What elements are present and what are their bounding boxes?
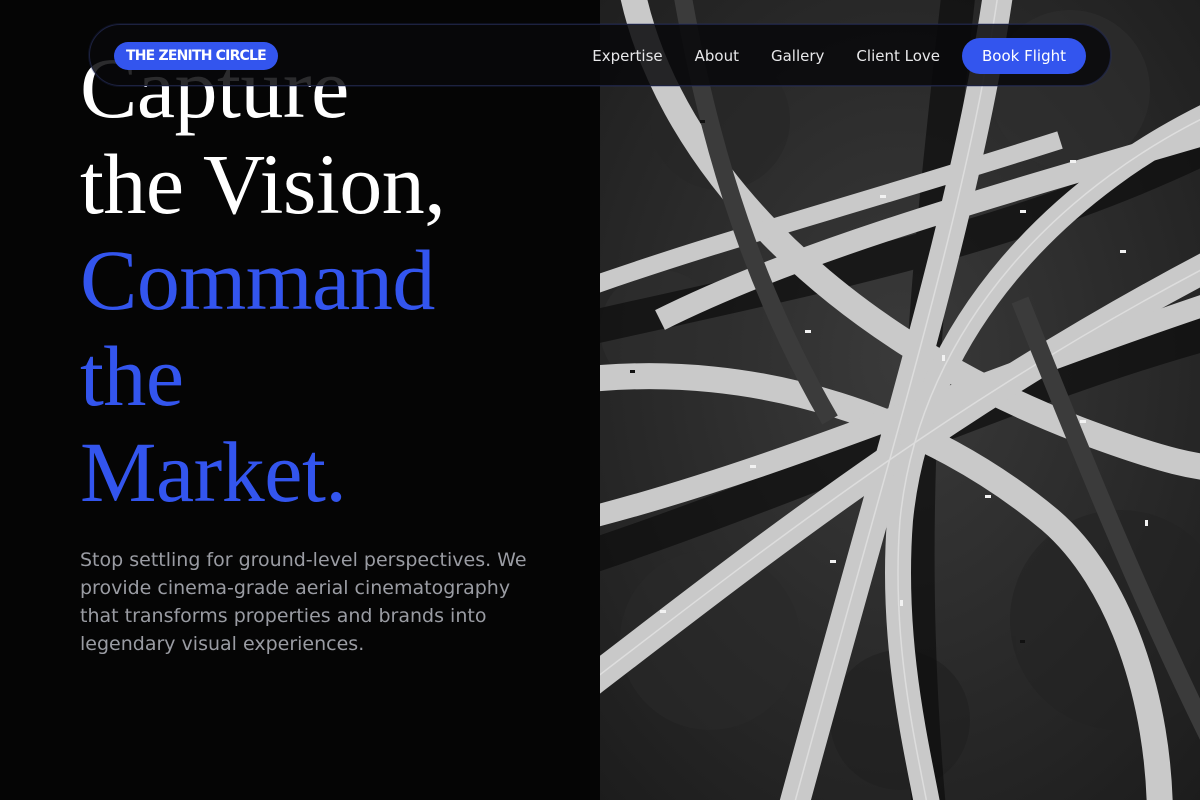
hero-aerial-image — [600, 0, 1200, 800]
headline-line-5: Market. — [80, 424, 347, 520]
headline-line-2: the Vision, — [80, 136, 446, 232]
hero-headline: Capture the Vision, Command the Market. — [80, 40, 446, 520]
brand-logo[interactable]: THE ZENITH CIRCLE — [114, 42, 278, 70]
nav-links: Expertise About Gallery Client Love — [592, 25, 940, 87]
highway-interchange-illustration — [600, 0, 1200, 800]
hero-subtitle: Stop settling for ground-level perspecti… — [80, 549, 527, 655]
headline-line-3: Command — [80, 232, 435, 328]
hero-section: Capture the Vision, Command the Market. … — [0, 0, 600, 800]
nav-link-about[interactable]: About — [695, 47, 739, 65]
nav-link-client-love[interactable]: Client Love — [856, 47, 940, 65]
book-flight-button[interactable]: Book Flight — [962, 38, 1086, 74]
top-navigation: THE ZENITH CIRCLE Expertise About Galler… — [89, 24, 1111, 86]
nav-link-gallery[interactable]: Gallery — [771, 47, 824, 65]
headline-line-4: the — [80, 328, 184, 424]
nav-link-expertise[interactable]: Expertise — [592, 47, 662, 65]
